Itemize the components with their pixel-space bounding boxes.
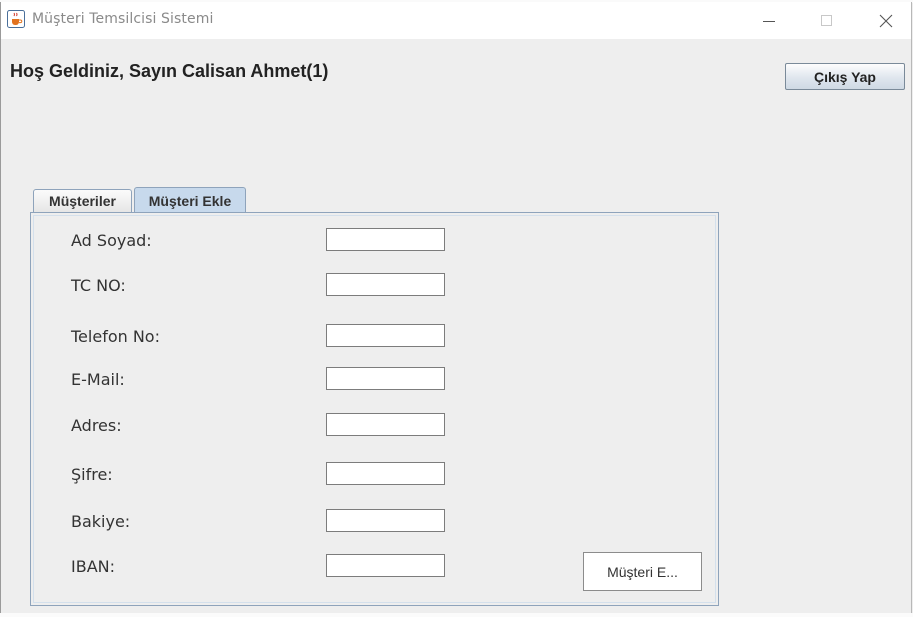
minimize-button[interactable]	[746, 2, 792, 39]
minimize-icon	[763, 15, 775, 27]
sifre-field[interactable]	[326, 462, 445, 485]
maximize-icon	[821, 14, 833, 27]
telefon-no-label: Telefon No:	[71, 327, 160, 346]
welcome-message: Hoş Geldiniz, Sayın Calisan Ahmet(1)	[10, 61, 329, 81]
maximize-button[interactable]	[804, 2, 850, 39]
bakiye-label: Bakiye:	[71, 512, 131, 531]
tab-musteriler[interactable]: Müşteriler	[33, 189, 132, 212]
sifre-label: Şifre:	[71, 465, 113, 484]
desktop-background-bottom	[0, 613, 913, 617]
ad-soyad-label: Ad Soyad:	[71, 231, 152, 250]
tc-no-label: TC NO:	[71, 276, 126, 295]
close-button[interactable]	[863, 2, 909, 39]
logout-button[interactable]: Çıkış Yap	[785, 63, 905, 90]
close-icon	[879, 14, 893, 28]
musteri-ekle-panel: Ad Soyad: TC NO: Telefon No: E-Mail: Adr…	[30, 212, 719, 606]
bakiye-field[interactable]	[326, 509, 445, 532]
add-customer-button[interactable]: Müşteri E...	[583, 552, 702, 591]
title-bar[interactable]: Müşteri Temsilcisi Sistemi	[1, 2, 911, 39]
window-title: Müşteri Temsilcisi Sistemi	[32, 11, 214, 27]
adres-label: Adres:	[71, 416, 122, 435]
ad-soyad-field[interactable]	[326, 228, 445, 251]
adres-field[interactable]	[326, 413, 445, 436]
iban-field[interactable]	[326, 554, 445, 577]
tab-musteri-ekle[interactable]: Müşteri Ekle	[134, 187, 246, 213]
tc-no-field[interactable]	[326, 273, 445, 296]
telefon-no-field[interactable]	[326, 324, 445, 347]
iban-label: IBAN:	[71, 557, 115, 576]
email-field[interactable]	[326, 367, 445, 390]
java-coffee-cup-icon	[7, 10, 25, 28]
app-window: Müşteri Temsilcisi Sistemi Hoş Geldiniz,…	[0, 2, 912, 614]
email-label: E-Mail:	[71, 370, 125, 389]
